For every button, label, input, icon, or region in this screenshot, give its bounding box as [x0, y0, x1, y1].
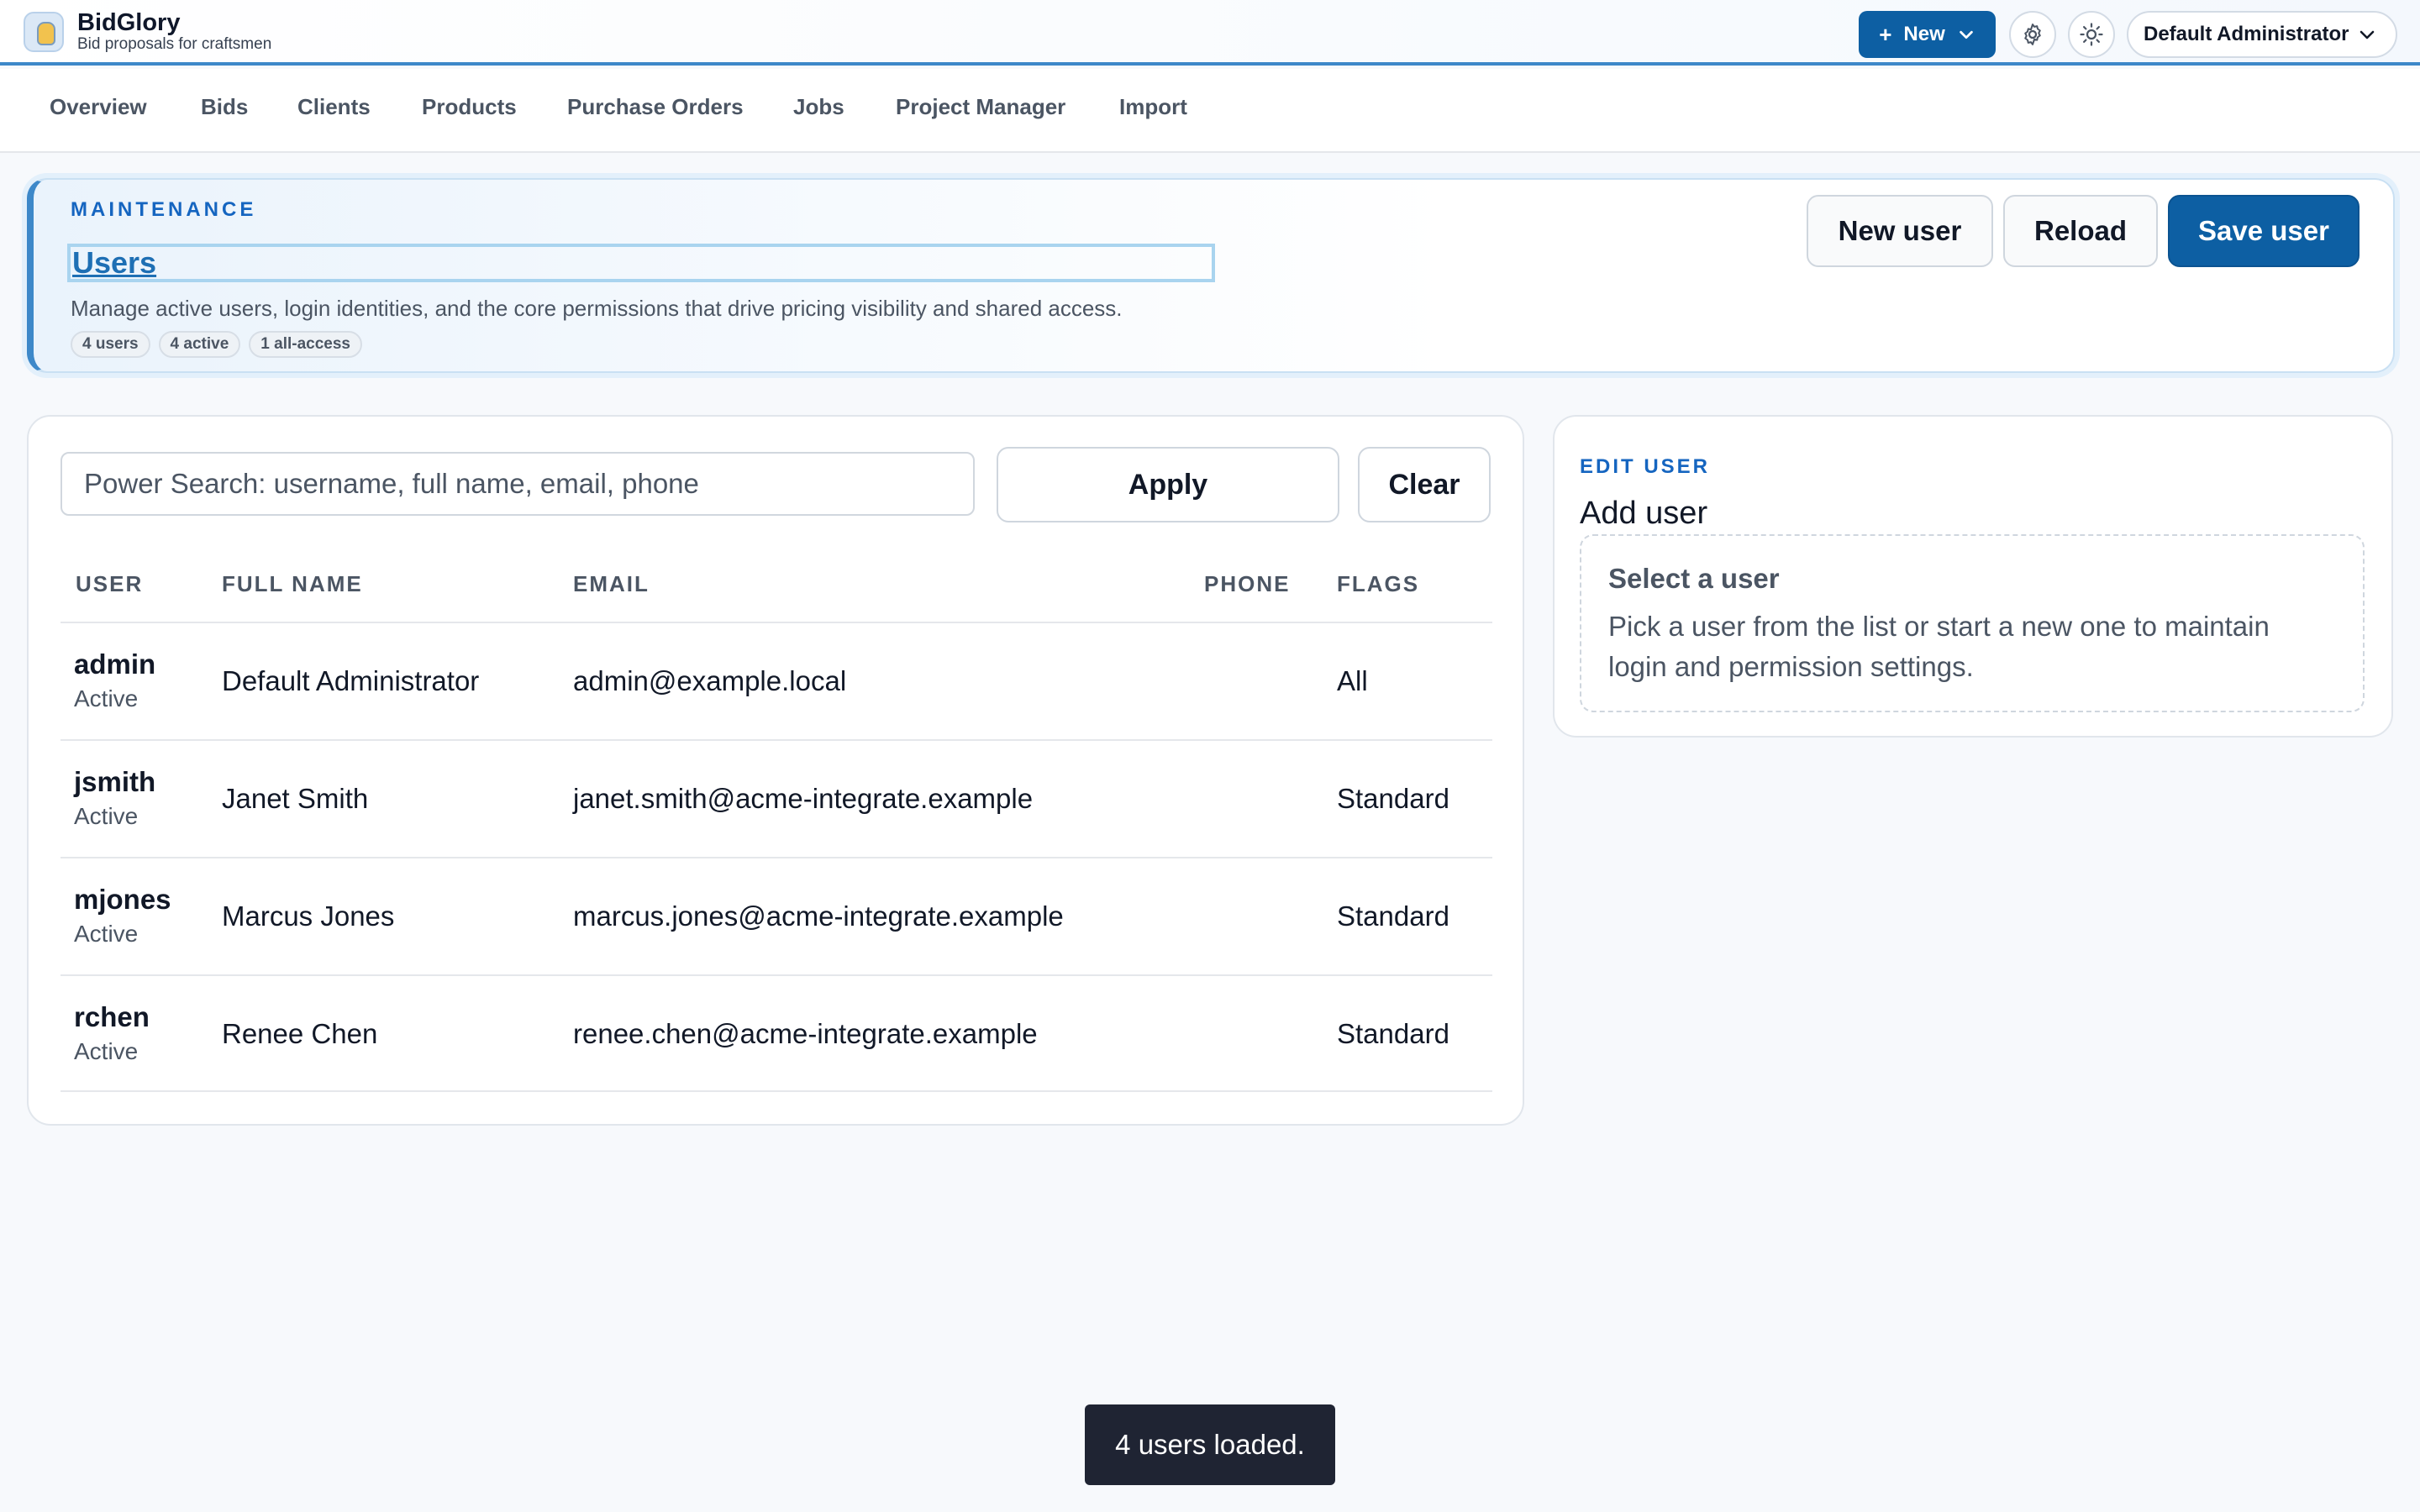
page-description: Manage active users, login identities, a… — [71, 296, 1123, 321]
row-email: renee.chen@acme-integrate.example — [573, 1018, 1038, 1049]
reload-button[interactable]: Reload — [2003, 195, 2158, 267]
settings-button[interactable] — [2009, 11, 2056, 58]
status-toast: 4 users loaded. — [1085, 1404, 1335, 1485]
empty-state-title: Select a user — [1608, 563, 1780, 594]
chevron-down-icon — [1959, 30, 1973, 39]
column-header-full-name[interactable]: FULL NAME — [222, 571, 363, 597]
row-email: marcus.jones@acme-integrate.example — [573, 900, 1064, 932]
all-access-count-badge: 1 all-access — [249, 331, 362, 358]
column-header-email[interactable]: EMAIL — [573, 571, 650, 597]
user-list-card: Apply Clear USER FULL NAME EMAIL PHONE F… — [27, 415, 1524, 1126]
plus-icon: + — [1879, 21, 1892, 47]
users-count-badge: 4 users — [71, 331, 150, 358]
summary-badges: 4 users 4 active 1 all-access — [71, 331, 362, 358]
row-username: rchen — [74, 1001, 150, 1032]
gear-icon — [2024, 24, 2041, 45]
new-button-label: New — [1903, 23, 1945, 45]
table-row[interactable]: mjones Active Marcus Jones marcus.jones@… — [60, 857, 1492, 974]
row-username: admin — [74, 648, 156, 680]
row-username: jsmith — [74, 766, 156, 797]
row-full-name: Janet Smith — [222, 783, 369, 814]
row-full-name: Default Administrator — [222, 665, 480, 696]
edit-eyebrow: EDIT USER — [1580, 455, 1711, 478]
active-count-badge: 4 active — [158, 331, 241, 358]
nav-item-jobs[interactable]: Jobs — [793, 94, 844, 120]
nav-item-clients[interactable]: Clients — [297, 94, 371, 120]
row-status: Active — [74, 685, 139, 711]
brand[interactable]: BidGlory Bid proposals for craftsmen — [24, 10, 271, 54]
power-search-input[interactable] — [60, 452, 975, 516]
chevron-down-icon — [2360, 30, 2375, 39]
new-user-button[interactable]: New user — [1807, 195, 1993, 267]
row-flags: Standard — [1337, 900, 1449, 932]
column-header-flags[interactable]: FLAGS — [1337, 571, 1419, 597]
row-username: mjones — [74, 884, 171, 915]
table-row[interactable]: admin Active Default Administrator admin… — [60, 622, 1492, 739]
row-full-name: Marcus Jones — [222, 900, 395, 932]
main-nav: Overview Bids Clients Products Purchase … — [0, 69, 2420, 153]
column-header-user[interactable]: USER — [76, 571, 143, 597]
bidglory-logo-icon — [24, 12, 64, 52]
row-email: admin@example.local — [573, 665, 847, 696]
empty-state: Select a user Pick a user from the list … — [1580, 534, 2365, 712]
row-status: Active — [74, 803, 139, 829]
row-status: Active — [74, 921, 139, 947]
page-header-card: MAINTENANCE Users Manage active users, l… — [27, 178, 2395, 373]
row-email: janet.smith@acme-integrate.example — [573, 783, 1034, 814]
nav-item-products[interactable]: Products — [422, 94, 517, 120]
sun-icon — [2080, 23, 2103, 46]
row-flags: Standard — [1337, 783, 1449, 814]
nav-item-bids[interactable]: Bids — [201, 94, 248, 120]
top-bar: BidGlory Bid proposals for craftsmen + N… — [0, 0, 2420, 66]
new-button[interactable]: + New — [1859, 11, 1996, 58]
page-title: Users — [67, 244, 1215, 282]
table-row[interactable]: rchen Active Renee Chen renee.chen@acme-… — [60, 974, 1492, 1092]
nav-item-purchase-orders[interactable]: Purchase Orders — [567, 94, 744, 120]
empty-state-description: Pick a user from the list or start a new… — [1608, 611, 2270, 682]
theme-toggle-button[interactable] — [2068, 11, 2115, 58]
nav-item-import[interactable]: Import — [1119, 94, 1187, 120]
apply-button[interactable]: Apply — [997, 447, 1339, 522]
nav-item-project-manager[interactable]: Project Manager — [896, 94, 1065, 120]
user-menu[interactable]: Default Administrator — [2127, 11, 2397, 58]
app-tagline: Bid proposals for craftsmen — [77, 35, 272, 53]
row-full-name: Renee Chen — [222, 1018, 378, 1049]
app-name: BidGlory — [77, 9, 181, 36]
row-flags: Standard — [1337, 1018, 1449, 1049]
column-header-phone[interactable]: PHONE — [1204, 571, 1290, 597]
clear-button[interactable]: Clear — [1358, 447, 1491, 522]
user-menu-label: Default Administrator — [2144, 23, 2349, 45]
row-status: Active — [74, 1038, 139, 1064]
row-flags: All — [1337, 665, 1368, 696]
nav-item-overview[interactable]: Overview — [50, 94, 147, 120]
page-eyebrow: MAINTENANCE — [71, 198, 257, 221]
edit-title: Add user — [1580, 496, 1708, 531]
table-row[interactable]: jsmith Active Janet Smith janet.smith@ac… — [60, 739, 1492, 857]
save-user-button[interactable]: Save user — [2168, 195, 2360, 267]
edit-user-card: EDIT USER Add user Select a user Pick a … — [1553, 415, 2393, 738]
